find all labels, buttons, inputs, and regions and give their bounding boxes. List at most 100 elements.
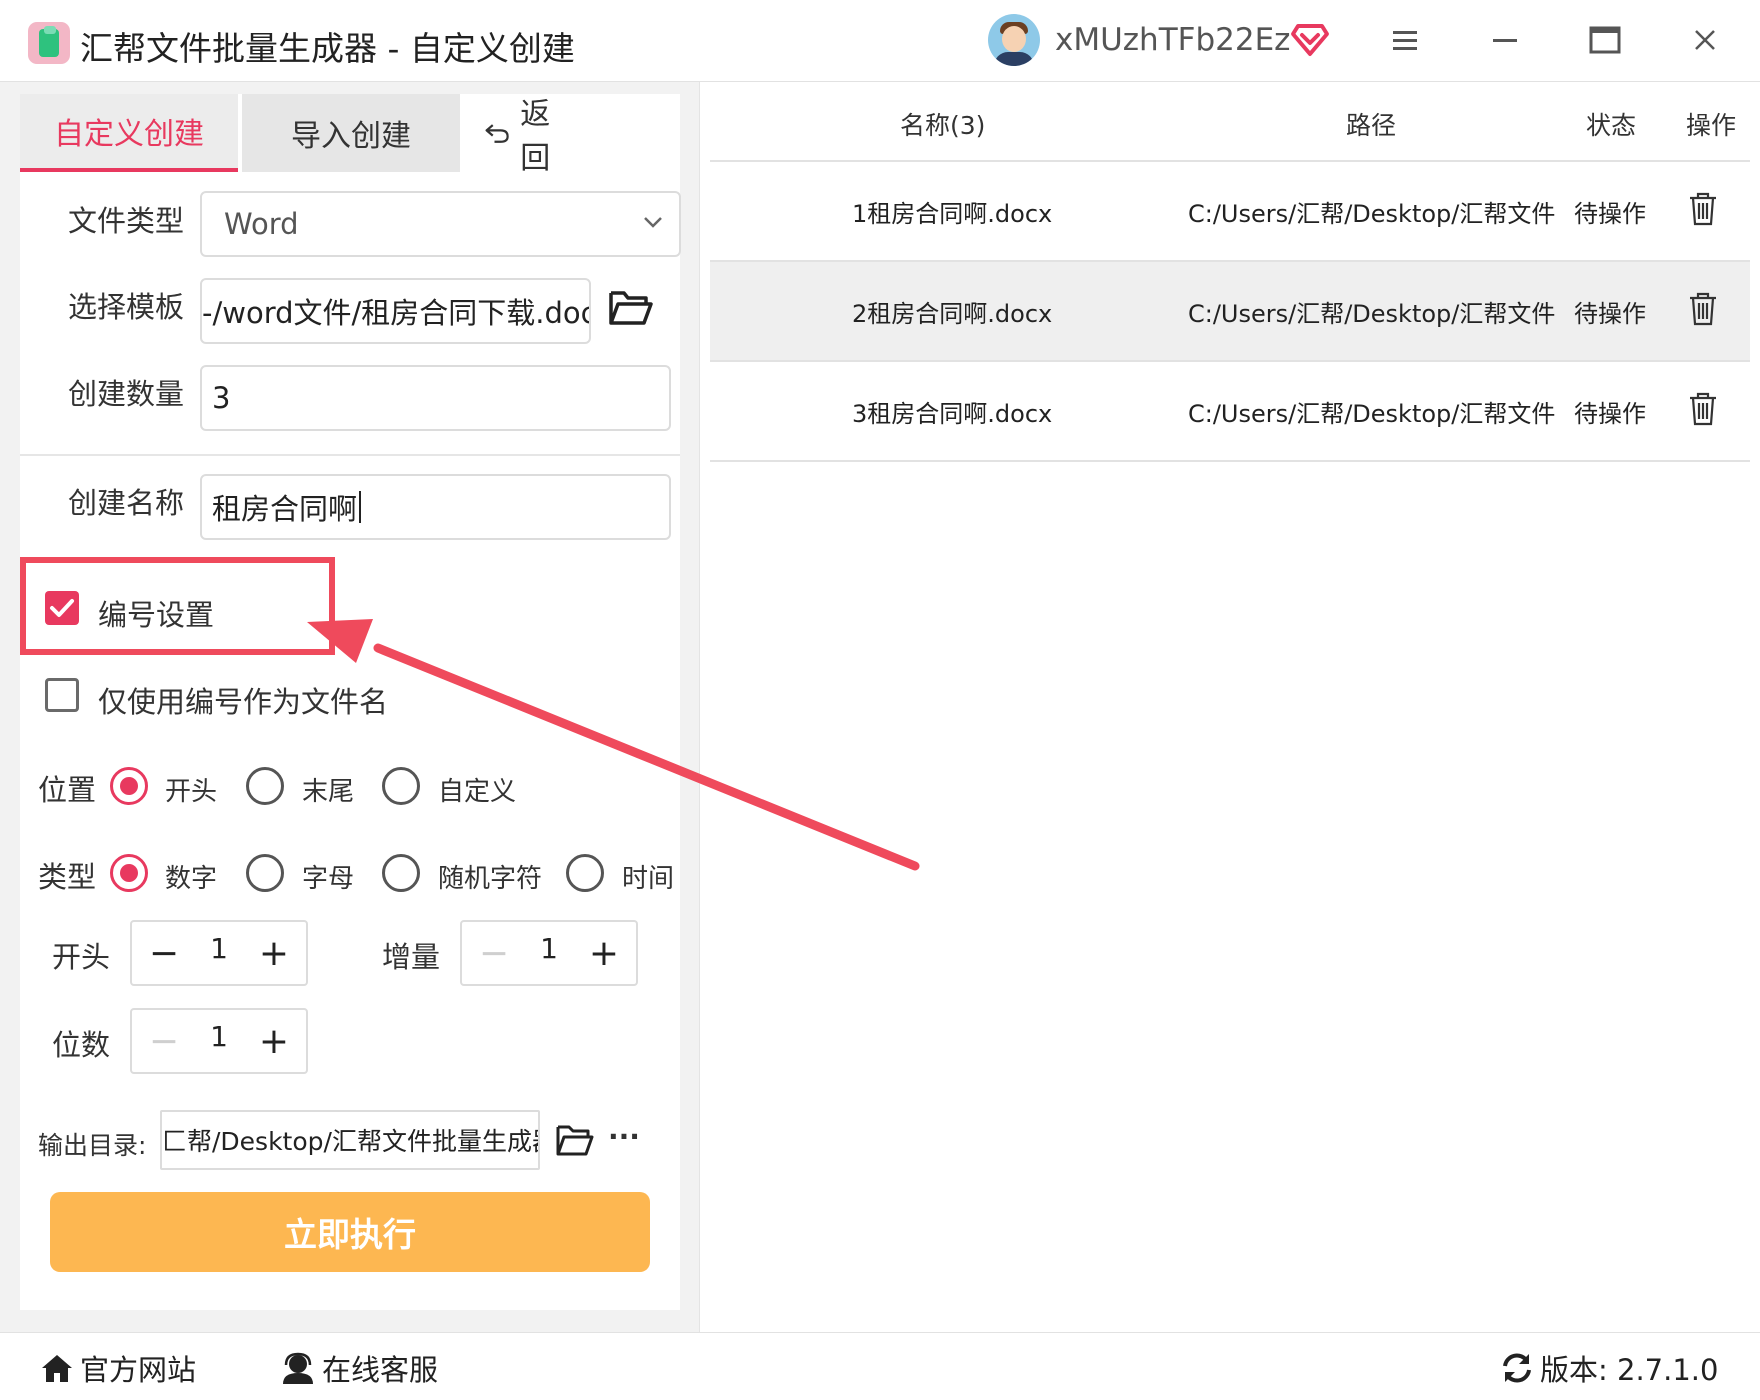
row-status: 待操作	[1574, 400, 1646, 428]
template-path-field[interactable]: -/word文件/租房合同下载.doc	[200, 278, 591, 344]
title-bar: 汇帮文件批量生成器 - 自定义创建 xMUzhTFb22Ez	[0, 0, 1760, 82]
header-name: 名称(3)	[900, 111, 986, 140]
start-stepper: − 1 +	[130, 920, 308, 986]
position-custom-radio[interactable]	[382, 767, 420, 805]
output-path-value: 匚帮/Desktop/汇帮文件批量生成器	[162, 1127, 540, 1156]
support-icon	[283, 1352, 313, 1384]
home-icon	[42, 1355, 72, 1382]
template-label: 选择模板	[68, 290, 185, 324]
row-path: C:/Users/汇帮/Desktop/汇帮文件	[1188, 400, 1556, 428]
digits-value[interactable]: 1	[188, 1020, 250, 1053]
table-row[interactable]: 1租房合同啊.docx C:/Users/汇帮/Desktop/汇帮文件 待操作	[710, 162, 1750, 262]
refresh-icon[interactable]	[1500, 1351, 1534, 1385]
type-time-label[interactable]: 时间	[622, 858, 674, 895]
username[interactable]: xMUzhTFb22Ez	[1055, 22, 1290, 58]
trash-icon[interactable]	[1688, 392, 1718, 426]
trash-icon[interactable]	[1688, 192, 1718, 226]
name-label: 创建名称	[68, 486, 185, 520]
maximize-button[interactable]	[1583, 18, 1627, 62]
row-name: 3租房合同啊.docx	[852, 400, 1053, 428]
tab-bar: 自定义创建 导入创建 返 回	[20, 94, 680, 176]
file-type-value: Word	[224, 207, 299, 241]
position-label: 位置	[38, 773, 97, 807]
support-label: 在线客服	[322, 1353, 439, 1387]
app-icon	[28, 22, 70, 64]
digits-label: 位数	[52, 1028, 111, 1062]
start-increment-button[interactable]: +	[246, 922, 302, 984]
name-input[interactable]: 租房合同啊	[200, 474, 671, 540]
table-row[interactable]: 3租房合同啊.docx C:/Users/汇帮/Desktop/汇帮文件 待操作	[710, 362, 1750, 462]
type-random-radio[interactable]	[382, 854, 420, 892]
minimize-button[interactable]	[1483, 18, 1527, 62]
start-decrement-button[interactable]: −	[136, 922, 192, 984]
start-label: 开头	[52, 940, 111, 974]
only-number-checkbox[interactable]	[45, 678, 79, 712]
row-status: 待操作	[1574, 300, 1646, 328]
table-row[interactable]: 2租房合同啊.docx C:/Users/汇帮/Desktop/汇帮文件 待操作	[710, 262, 1750, 362]
row-status: 待操作	[1574, 200, 1646, 228]
type-random-label[interactable]: 随机字符	[438, 858, 542, 895]
tab-import-create[interactable]: 导入创建	[242, 94, 460, 172]
increment-increment-button[interactable]: +	[576, 922, 632, 984]
type-letter-label[interactable]: 字母	[302, 858, 354, 895]
position-start-radio[interactable]	[110, 767, 148, 805]
digits-decrement-button[interactable]: −	[136, 1010, 192, 1072]
file-type-label: 文件类型	[68, 204, 185, 238]
digits-increment-button[interactable]: +	[246, 1010, 302, 1072]
count-label: 创建数量	[68, 377, 185, 411]
status-bar: 官方网站 在线客服 版本: 2.7.1.0	[0, 1332, 1760, 1400]
divider	[20, 454, 680, 456]
file-type-select[interactable]: Word	[200, 191, 681, 257]
left-panel: 自定义创建 导入创建 返 回 文件类型 Word 选择模板 -/word文件/租…	[0, 82, 700, 1332]
position-custom-label[interactable]: 自定义	[438, 771, 516, 808]
tab-custom-create[interactable]: 自定义创建	[20, 94, 238, 172]
close-button[interactable]	[1683, 18, 1727, 62]
trash-icon[interactable]	[1688, 292, 1718, 326]
back-button[interactable]: 返 回	[484, 94, 644, 176]
start-value[interactable]: 1	[188, 932, 250, 965]
position-end-radio[interactable]	[246, 767, 284, 805]
row-path: C:/Users/汇帮/Desktop/汇帮文件	[1188, 300, 1556, 328]
header-path: 路径	[1346, 111, 1397, 140]
header-status: 状态	[1586, 111, 1637, 140]
only-number-label[interactable]: 仅使用编号作为文件名	[98, 679, 388, 721]
website-label: 官方网站	[80, 1353, 197, 1387]
increment-label: 增量	[382, 940, 441, 974]
increment-decrement-button[interactable]: −	[466, 922, 522, 984]
position-end-label[interactable]: 末尾	[302, 771, 354, 808]
version-info: 版本: 2.7.1.0	[1500, 1347, 1718, 1389]
file-table-header: 名称(3) 路径 状态 操作	[710, 82, 1750, 162]
type-number-radio[interactable]	[110, 854, 148, 892]
run-button[interactable]: 立即执行	[50, 1192, 650, 1272]
folder-open-icon[interactable]	[608, 287, 654, 327]
name-value: 租房合同啊	[212, 492, 358, 526]
output-folder-icon[interactable]	[555, 1122, 595, 1158]
count-value: 3	[212, 381, 231, 415]
count-input[interactable]: 3	[200, 365, 671, 431]
back-arrow-icon	[485, 124, 509, 143]
menu-button[interactable]	[1383, 18, 1427, 62]
type-number-label[interactable]: 数字	[165, 858, 217, 895]
output-path-field[interactable]: 匚帮/Desktop/汇帮文件批量生成器	[160, 1110, 540, 1170]
website-link[interactable]: 官方网站	[40, 1347, 196, 1389]
menu-icon	[1393, 31, 1417, 50]
support-link[interactable]: 在线客服	[280, 1347, 438, 1389]
row-name: 1租房合同啊.docx	[852, 200, 1053, 228]
settings-card: 自定义创建 导入创建 返 回 文件类型 Word 选择模板 -/word文件/租…	[20, 94, 681, 1310]
avatar[interactable]	[988, 14, 1040, 66]
output-label: 输出目录:	[38, 1131, 147, 1160]
vip-diamond-icon[interactable]	[1290, 18, 1330, 58]
chevron-down-icon	[644, 217, 662, 228]
template-path-value: -/word文件/租房合同下载.doc	[202, 296, 591, 330]
annotation-highlight-box	[20, 557, 335, 655]
increment-stepper: − 1 +	[460, 920, 638, 986]
type-time-radio[interactable]	[566, 854, 604, 892]
position-start-label[interactable]: 开头	[165, 771, 217, 808]
row-name: 2租房合同啊.docx	[852, 300, 1053, 328]
type-label: 类型	[38, 860, 97, 894]
increment-value[interactable]: 1	[518, 932, 580, 965]
output-more-button[interactable]: ···	[608, 1120, 640, 1153]
type-letter-radio[interactable]	[246, 854, 284, 892]
row-path: C:/Users/汇帮/Desktop/汇帮文件	[1188, 200, 1556, 228]
minimize-icon	[1493, 39, 1517, 42]
